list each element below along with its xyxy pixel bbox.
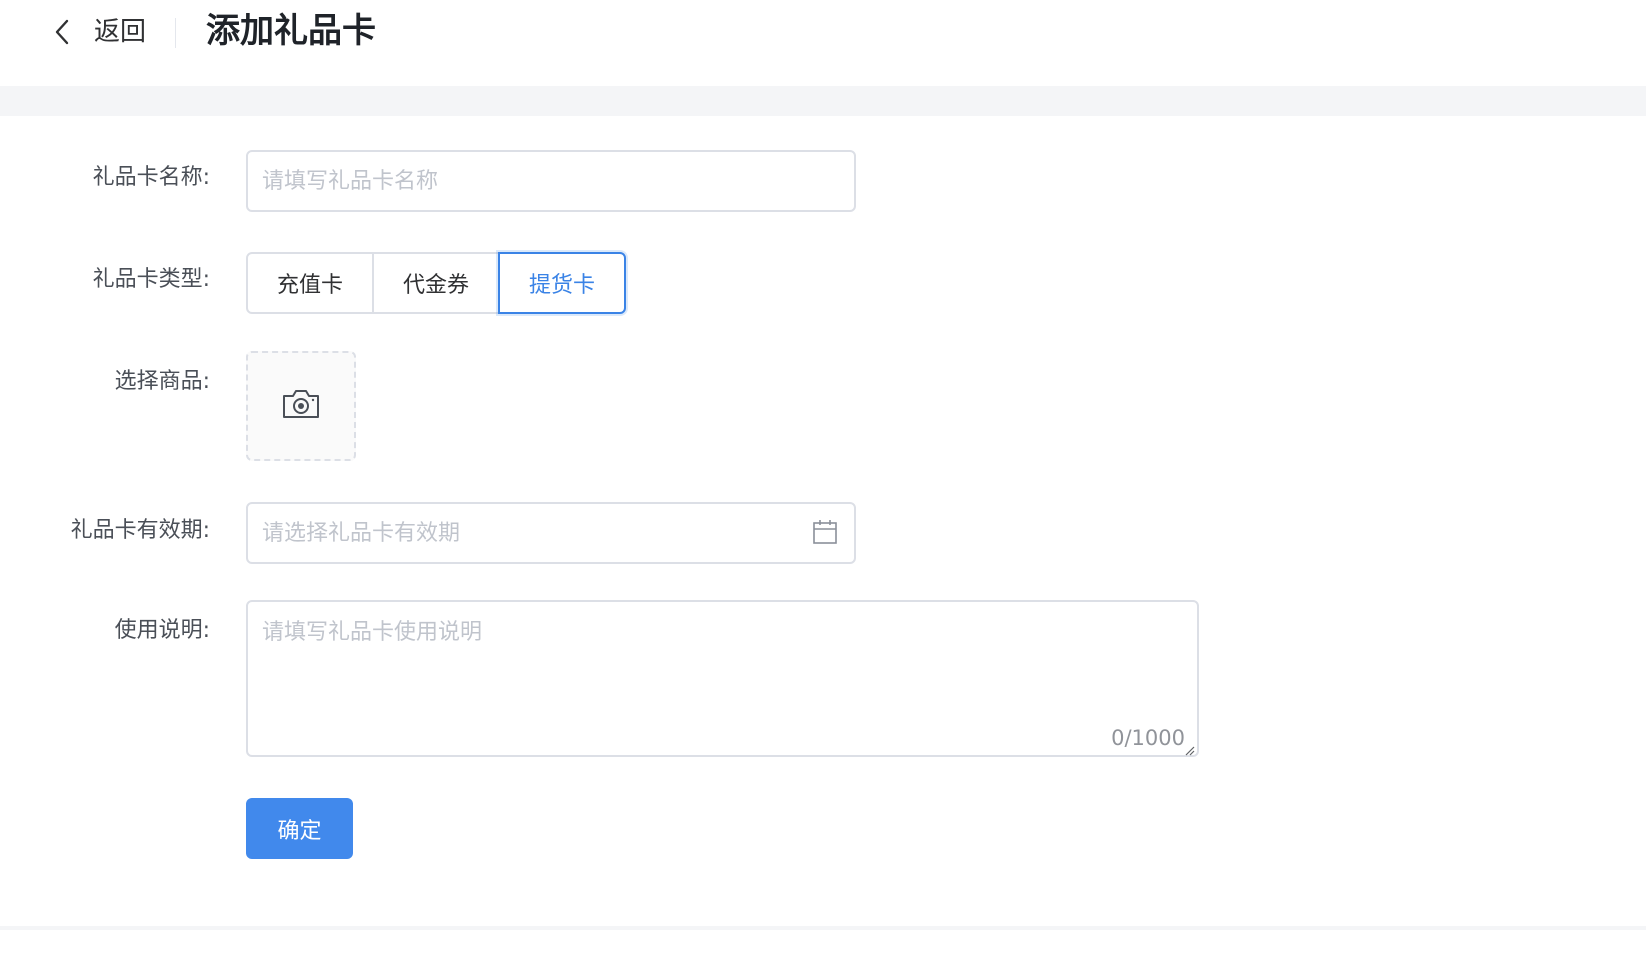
header-divider (175, 18, 176, 48)
footer-divider (0, 926, 1646, 930)
validity-input[interactable] (246, 502, 856, 564)
name-label: 礼品卡名称: (92, 165, 210, 190)
product-upload-box[interactable] (246, 351, 356, 461)
card-type-selector: 充值卡 代金券 提货卡 (246, 252, 626, 314)
product-label: 选择商品: (114, 369, 210, 394)
type-label: 礼品卡类型: (92, 267, 210, 292)
back-chevron-icon[interactable] (50, 18, 74, 46)
validity-label: 礼品卡有效期: (70, 518, 210, 543)
description-textarea[interactable] (246, 600, 1199, 757)
description-label: 使用说明: (114, 618, 210, 643)
type-option-recharge-card[interactable]: 充值卡 (246, 252, 374, 314)
gift-card-name-input[interactable] (246, 150, 856, 212)
description-field: 0/1000 (246, 600, 1199, 757)
resize-handle-icon[interactable] (1183, 741, 1195, 756)
back-link[interactable]: 返回 (94, 14, 146, 50)
page-header: 返回 添加礼品卡 (0, 0, 1646, 90)
validity-date-picker (246, 502, 856, 564)
confirm-button[interactable]: 确定 (246, 798, 353, 859)
type-option-pickup-card[interactable]: 提货卡 (498, 252, 626, 314)
camera-icon (281, 388, 321, 424)
section-divider (0, 86, 1646, 116)
calendar-icon[interactable] (812, 519, 838, 545)
page-title: 添加礼品卡 (206, 11, 376, 51)
type-option-voucher[interactable]: 代金券 (372, 252, 500, 314)
character-count: 0/1000 (1111, 726, 1185, 750)
